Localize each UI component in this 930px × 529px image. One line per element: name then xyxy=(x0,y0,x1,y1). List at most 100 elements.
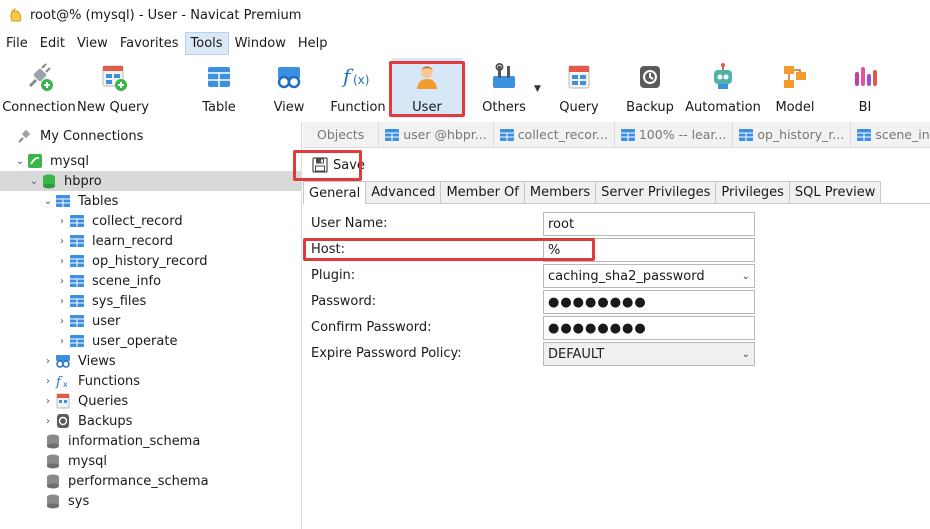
menu-view[interactable]: View xyxy=(71,32,114,55)
menu-tools[interactable]: Tools xyxy=(184,31,229,55)
user-button[interactable]: User xyxy=(392,58,462,118)
queries-icon xyxy=(56,393,70,409)
database-icon xyxy=(47,494,59,509)
tree-table-collect-record[interactable]: › collect_record xyxy=(0,211,301,231)
backups-icon xyxy=(57,414,69,428)
tree-table-user-operate[interactable]: › user_operate xyxy=(0,331,301,351)
others-dropdown-icon[interactable]: ▼ xyxy=(534,84,541,94)
host-input[interactable]: % xyxy=(543,238,755,262)
tree-views-folder[interactable]: › Views xyxy=(0,351,301,371)
tree-table-learn-record[interactable]: › learn_record xyxy=(0,231,301,251)
tree-database-information-schema[interactable]: information_schema xyxy=(0,431,301,451)
tree-database-sys[interactable]: sys xyxy=(0,491,301,511)
connection-button[interactable]: Connection xyxy=(2,58,76,118)
new-query-button[interactable]: New Query xyxy=(77,58,149,118)
menu-favorites[interactable]: Favorites xyxy=(114,32,185,55)
user-name-row: User Name: root xyxy=(303,211,930,236)
save-button[interactable]: Save xyxy=(308,153,369,177)
navicat-logo-icon xyxy=(10,8,22,22)
automation-button[interactable]: Automation xyxy=(685,58,761,118)
tree-functions-folder[interactable]: › fx Functions xyxy=(0,371,301,391)
mysql-connection-icon xyxy=(28,154,42,168)
chevron-right-icon[interactable]: › xyxy=(56,296,68,307)
table-icon xyxy=(70,275,84,287)
chevron-right-icon[interactable]: › xyxy=(56,336,68,347)
svg-text:f: f xyxy=(55,375,63,389)
user-editor-tabs: General Advanced Member Of Members Serve… xyxy=(303,181,930,204)
tree-database-hbpro[interactable]: ⌄ hbpro xyxy=(0,171,301,191)
chevron-right-icon[interactable]: › xyxy=(56,316,68,327)
backup-icon xyxy=(640,66,660,88)
menu-window[interactable]: Window xyxy=(229,32,292,55)
password-row: Password: ●●●●●●●● xyxy=(303,289,930,314)
tab-member-of[interactable]: Member Of xyxy=(440,181,525,203)
chevron-right-icon[interactable]: › xyxy=(56,216,68,227)
table-icon xyxy=(739,128,754,141)
view-button[interactable]: View xyxy=(262,58,316,118)
tab-collect-record[interactable]: collect_recor... xyxy=(494,122,615,147)
tree-tables-folder[interactable]: ⌄ Tables xyxy=(0,191,301,211)
tab-server-privileges[interactable]: Server Privileges xyxy=(595,181,717,203)
main-toolbar: Connection New Query Table View f (x) Fun… xyxy=(0,56,930,120)
chevron-down-icon[interactable]: ⌄ xyxy=(14,156,26,167)
password-input[interactable]: ●●●●●●●● xyxy=(543,290,755,314)
tree-database-mysql[interactable]: mysql xyxy=(0,451,301,471)
document-tabs: Objects user @hbpr... collect_recor... 1… xyxy=(303,122,930,148)
tab-scene-info[interactable]: scene_info @... xyxy=(851,122,930,147)
tree-queries-folder[interactable]: › Queries xyxy=(0,391,301,411)
table-icon xyxy=(385,128,400,141)
tree-table-scene-info[interactable]: › scene_info xyxy=(0,271,301,291)
tree-table-op-history-record[interactable]: › op_history_record xyxy=(0,251,301,271)
tab-advanced[interactable]: Advanced xyxy=(365,181,442,203)
tree-database-performance-schema[interactable]: performance_schema xyxy=(0,471,301,491)
menu-edit[interactable]: Edit xyxy=(34,32,71,55)
chevron-right-icon[interactable]: › xyxy=(42,396,54,407)
bi-button[interactable]: BI xyxy=(846,58,884,118)
database-icon xyxy=(47,454,59,469)
tree-backups-folder[interactable]: › Backups xyxy=(0,411,301,431)
user-name-input[interactable]: root xyxy=(543,212,755,236)
confirm-password-row: Confirm Password: ●●●●●●●● xyxy=(303,315,930,340)
table-icon xyxy=(70,215,84,227)
tab-objects[interactable]: Objects xyxy=(303,122,380,147)
expire-policy-select[interactable]: DEFAULT ⌄ xyxy=(543,342,755,366)
menu-file[interactable]: File xyxy=(0,32,34,55)
chevron-right-icon[interactable]: › xyxy=(42,416,54,427)
menu-bar: File Edit View Favorites Tools Window He… xyxy=(0,30,930,56)
tab-members[interactable]: Members xyxy=(523,181,597,203)
tab-privileges[interactable]: Privileges xyxy=(715,181,790,203)
function-button[interactable]: f (x) Function xyxy=(330,58,386,118)
chevron-right-icon[interactable]: › xyxy=(42,356,54,367)
tab-general[interactable]: General xyxy=(303,181,367,204)
host-row: Host: % xyxy=(303,237,930,262)
others-button[interactable]: Others xyxy=(478,58,530,118)
chevron-down-icon[interactable]: ⌄ xyxy=(42,196,54,207)
tree-table-sys-files[interactable]: › sys_files xyxy=(0,291,301,311)
chevron-down-icon[interactable]: ⌄ xyxy=(28,176,40,187)
chevron-right-icon[interactable]: › xyxy=(56,276,68,287)
plugin-select[interactable]: caching_sha2_password ⌄ xyxy=(543,264,755,288)
tab-learn-record[interactable]: 100% -- lear... xyxy=(615,122,734,147)
table-button[interactable]: Table xyxy=(192,58,246,118)
chevron-right-icon[interactable]: › xyxy=(42,376,54,387)
tree-my-connections[interactable]: My Connections xyxy=(0,126,301,146)
tree-connection-mysql[interactable]: ⌄ mysql xyxy=(0,151,301,171)
model-button[interactable]: Model xyxy=(772,58,818,118)
svg-text:x: x xyxy=(63,380,68,389)
tree-table-user[interactable]: › user xyxy=(0,311,301,331)
backup-button[interactable]: Backup xyxy=(624,58,676,118)
menu-help[interactable]: Help xyxy=(292,32,334,55)
tab-user-hbpro[interactable]: user @hbpr... xyxy=(379,122,494,147)
database-icon xyxy=(47,474,59,489)
chevron-right-icon[interactable]: › xyxy=(56,256,68,267)
host-label: Host: xyxy=(311,242,345,257)
tab-sql-preview[interactable]: SQL Preview xyxy=(788,181,882,203)
views-icon xyxy=(56,355,70,368)
svg-text:(x): (x) xyxy=(353,73,369,87)
table-icon xyxy=(70,315,84,327)
tab-op-history-record[interactable]: op_history_r... xyxy=(733,122,852,147)
chevron-right-icon[interactable]: › xyxy=(56,236,68,247)
query-button[interactable]: Query xyxy=(556,58,602,118)
table-icon xyxy=(499,128,514,141)
confirm-password-input[interactable]: ●●●●●●●● xyxy=(543,316,755,340)
